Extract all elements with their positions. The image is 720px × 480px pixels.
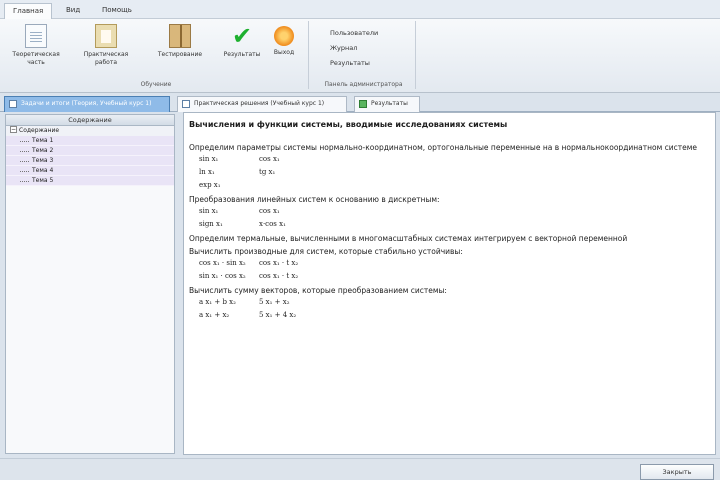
journal-link[interactable]: Журнал [330,41,378,56]
results-button[interactable]: ✔ Результаты [216,24,268,59]
formula: cos x₁ · t x₂ [259,259,299,267]
content-section: Вычислить производные для систем, которы… [189,247,715,283]
content-section: Определим термальные, вычисленными в мно… [189,234,715,244]
formula: cos x₁ · sin x₂ [199,259,246,267]
content-section: Определим параметры системы нормально-ко… [189,143,715,192]
formula: sin x₁ [199,207,219,215]
content-sections: Определим параметры системы нормально-ко… [189,143,715,322]
admin-results-link[interactable]: Результаты [330,56,378,71]
ribbon-group-admin: Пользователи Журнал Результаты Панель ад… [312,21,416,89]
app-window: Главная Вид Помощь Теоретическая часть П… [0,0,720,480]
formula: tg x₁ [259,168,276,176]
exit-button[interactable]: Выход [264,24,304,57]
menu-bar: Главная Вид Помощь [0,0,720,19]
status-bar: Закрыть [0,458,720,480]
formula-row: ln x₁ tg x₁ [189,166,715,179]
content-section: Преобразования линейных систем к основан… [189,195,715,231]
tree-item[interactable]: Тема 4 [6,166,174,176]
contents-tree: Содержание − Содержание Тема 1 Тема 2 Тем… [5,114,175,454]
menu-tab-help[interactable]: Помощь [94,3,140,19]
section-title: Вычислить производные для систем, которы… [189,247,463,256]
tab-practice[interactable]: Практическая решения (Учебный курс 1) [177,96,347,112]
ribbon-group-learning: Теоретическая часть Практическая работа … [4,21,309,89]
content-pane: Вычисления и функции системы, вводимые и… [183,112,716,455]
tree-header: Содержание [6,115,174,126]
close-button[interactable]: Закрыть [640,464,714,480]
content-title: Вычисления и функции системы, вводимые и… [189,120,508,129]
ribbon-group-label: Обучение [140,81,172,88]
ribbon: Теоретическая часть Практическая работа … [0,19,720,93]
formula: cos x₁ · t x₂ [259,272,299,280]
formula: sign x₁ [199,220,223,228]
admin-links: Пользователи Журнал Результаты [330,26,378,71]
formula: exp x₁ [199,181,221,189]
formula: x·cos x₁ [259,220,286,228]
document-tab-bar: Задачи и итоги (Теория, Учебный курс 1) … [0,95,720,112]
practice-button[interactable]: Практическая работа [80,24,132,67]
exit-icon [274,26,294,46]
document-icon [9,100,17,108]
formula: sin x₁ [199,155,219,163]
formula: cos x₁ [259,155,280,163]
results-icon [359,100,367,108]
document-icon [25,24,47,48]
section-title: Вычислить сумму векторов, которые преобр… [189,286,447,295]
document-icon [182,100,190,108]
tree-item[interactable]: Тема 2 [6,146,174,156]
formula-row: sign x₁ x·cos x₁ [189,218,715,231]
formula-row: a x₁ + x₂ 5 x₁ + 4 x₂ [189,309,715,322]
section-title: Преобразования линейных систем к основан… [189,195,440,204]
tree-root[interactable]: − Содержание [6,126,174,136]
formula-row: sin x₁ cos x₁ [189,205,715,218]
formula: 5 x₁ + x₂ [259,298,290,306]
formula-row: sin x₁ · cos x₂ cos x₁ · t x₂ [189,270,715,283]
tree-item[interactable]: Тема 1 [6,136,174,146]
tree-item[interactable]: Тема 3 [6,156,174,166]
section-title: Определим параметры системы нормально-ко… [189,143,698,152]
formula-row: a x₁ + b x₂ 5 x₁ + x₂ [189,296,715,309]
ribbon-group-label: Панель администратора [324,81,403,88]
content-section: Вычислить сумму векторов, которые преобр… [189,286,715,322]
theory-button[interactable]: Теоретическая часть [10,24,62,67]
tab-results[interactable]: Результаты [354,96,420,112]
testing-button[interactable]: Тестирование [154,24,206,59]
clipboard-icon [95,24,117,48]
book-icon [169,24,191,48]
users-link[interactable]: Пользователи [330,26,378,41]
formula: cos x₁ [259,207,280,215]
formula-row: exp x₁ [189,179,715,192]
menu-tab-home[interactable]: Главная [4,3,53,19]
section-title: Определим термальные, вычисленными в мно… [189,234,628,243]
formula: a x₁ + b x₂ [199,298,236,306]
formula-row: cos x₁ · sin x₂ cos x₁ · t x₂ [189,257,715,270]
tab-theory[interactable]: Задачи и итоги (Теория, Учебный курс 1) [4,96,170,112]
formula [259,179,319,192]
collapse-icon[interactable]: − [10,126,17,133]
menu-tab-view[interactable]: Вид [58,3,88,19]
formula: 5 x₁ + 4 x₂ [259,311,297,319]
formula: a x₁ + x₂ [199,311,230,319]
checkmark-icon: ✔ [231,22,253,50]
formula: sin x₁ · cos x₂ [199,272,246,280]
formula-row: sin x₁ cos x₁ [189,153,715,166]
tree-item[interactable]: Тема 5 [6,176,174,186]
formula: ln x₁ [199,168,215,176]
